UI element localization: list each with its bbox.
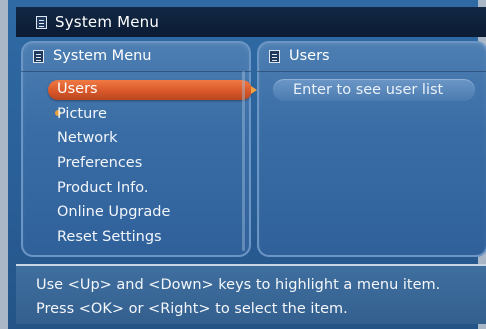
menu-document-icon <box>36 15 47 29</box>
menu-item-users[interactable]: Users <box>21 77 257 102</box>
menu-document-icon <box>33 49 44 63</box>
window-title: System Menu <box>55 13 160 31</box>
window-titlebar: System Menu <box>16 7 486 37</box>
menu-item-label: Users <box>57 81 98 97</box>
menu-item-reset-settings[interactable]: Reset Settings <box>21 225 251 250</box>
system-menu-header: System Menu <box>21 41 251 72</box>
menu-item-online-upgrade[interactable]: Online Upgrade <box>21 200 251 225</box>
menu-item-label: Picture <box>57 105 107 122</box>
menu-item-network[interactable]: Network <box>21 126 251 151</box>
menu-item-picture[interactable]: Picture <box>21 102 251 127</box>
menu-item-label: Product Info. <box>57 179 149 196</box>
system-menu-panel: System Menu Users Picture Network Prefer… <box>21 41 257 257</box>
user-list-entry[interactable]: Enter to see user list <box>273 79 475 101</box>
users-title: Users <box>289 48 330 64</box>
menu-item-preferences[interactable]: Preferences <box>21 151 251 176</box>
help-bar: Use <Up> and <Down> keys to highlight a … <box>16 264 486 324</box>
help-text-line-1: Use <Up> and <Down> keys to highlight a … <box>36 277 441 293</box>
menu-item-product-info[interactable]: Product Info. <box>21 176 251 201</box>
menu-document-icon <box>269 49 280 63</box>
users-header: Users <box>257 41 486 72</box>
menu-item-label: Preferences <box>57 155 143 172</box>
system-menu-list: Users Picture Network Preferences Produc… <box>21 77 257 250</box>
users-panel: Users Enter to see user list <box>257 41 486 257</box>
screen-frame: System Menu System Menu Users Picture Ne… <box>0 0 486 329</box>
help-text-line-2: Press <OK> or <Right> to select the item… <box>36 301 348 317</box>
menu-scrollbar[interactable] <box>242 71 245 251</box>
user-list-entry-label: Enter to see user list <box>293 82 444 98</box>
system-menu-title: System Menu <box>53 48 152 64</box>
menu-item-label: Online Upgrade <box>57 204 171 221</box>
menu-item-label: Network <box>57 130 118 147</box>
menu-item-label: Reset Settings <box>57 229 162 246</box>
